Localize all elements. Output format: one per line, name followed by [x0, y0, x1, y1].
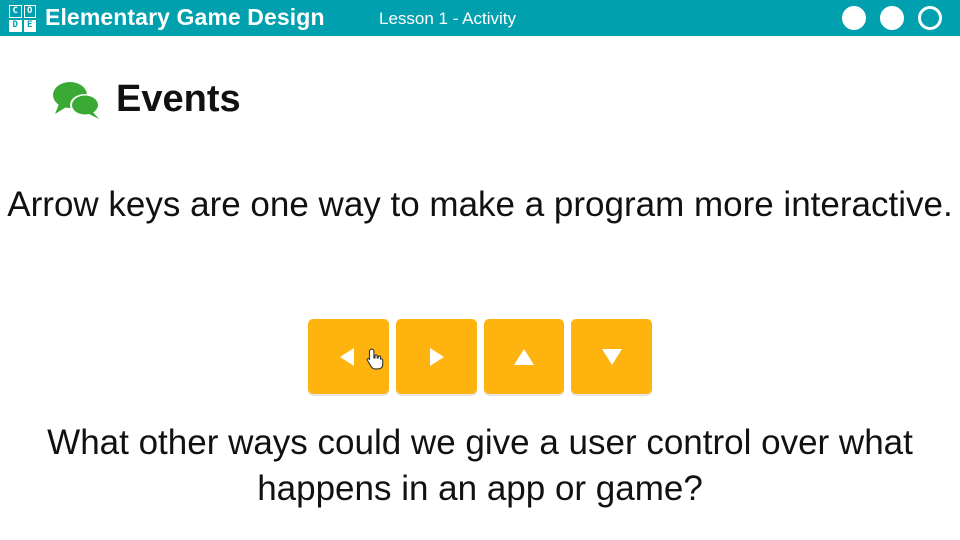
progress-dot-filled	[880, 6, 904, 30]
section-title: Events	[116, 78, 241, 120]
hand-pointer-icon	[366, 348, 384, 370]
progress-dots	[842, 6, 942, 30]
logo-letter: D	[9, 19, 22, 32]
logo-letter: E	[23, 19, 36, 32]
down-arrow-icon	[601, 348, 622, 365]
arrow-keys	[307, 319, 653, 397]
left-arrow-icon	[340, 347, 355, 366]
code-org-logo: C O D E	[9, 5, 36, 32]
progress-dot-outline	[918, 6, 942, 30]
course-title: Elementary Game Design	[45, 4, 325, 30]
up-arrow-key[interactable]	[483, 319, 565, 394]
slide-header: C O D E Elementary Game Design Lesson 1 …	[0, 0, 960, 36]
question-text: What other ways could we give a user con…	[47, 423, 913, 508]
down-arrow-key[interactable]	[571, 319, 652, 394]
progress-dot-filled	[842, 6, 866, 30]
right-arrow-icon	[430, 347, 445, 366]
left-arrow-key[interactable]	[308, 319, 389, 394]
logo-letter: O	[23, 5, 36, 18]
right-arrow-key[interactable]	[395, 319, 477, 394]
up-arrow-icon	[513, 348, 534, 365]
statement-text: Arrow keys are one way to make a program…	[7, 185, 953, 224]
lesson-label: Lesson 1 - Activity	[379, 9, 517, 28]
logo-letter: C	[9, 5, 22, 18]
speech-bubbles-icon	[53, 82, 100, 119]
